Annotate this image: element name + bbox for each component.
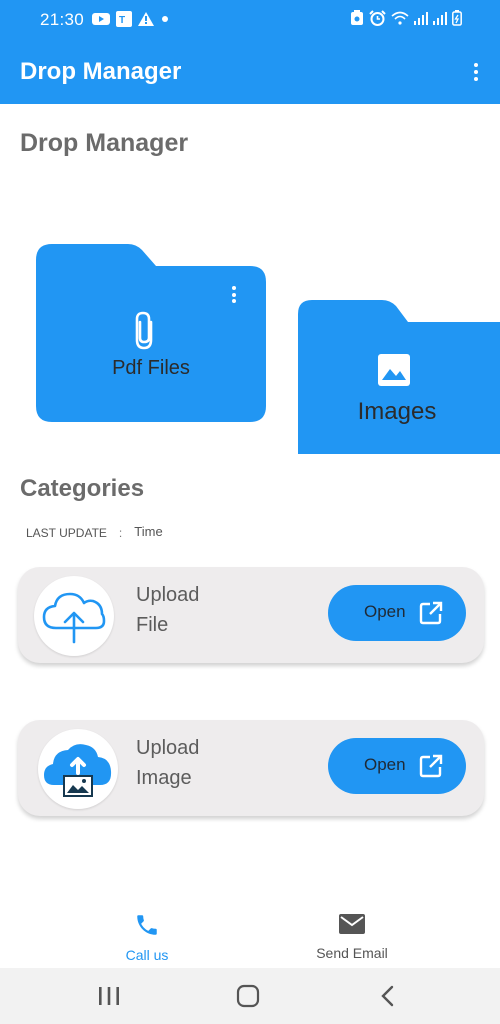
last-update-label: LAST UPDATE [26,526,107,540]
card-title: Upload Image [136,737,200,789]
wifi-icon [391,11,409,25]
nav-call-us[interactable]: Call us [67,912,227,963]
cloud-upload-icon [42,592,106,644]
open-external-icon [419,754,443,778]
page-title: Drop Manager [20,129,189,157]
avatar [38,729,118,809]
folder-label: Pdf Files [112,357,190,379]
more-vert-icon[interactable] [468,60,484,86]
last-update-row: LAST UPDATE : Time [26,524,163,541]
battery-icon [452,10,462,26]
translate-icon: T [116,11,132,27]
dot-icon [162,16,168,22]
svg-text:T: T [119,15,125,26]
alert-icon [138,12,154,26]
status-time: 21:30 [40,10,85,29]
status-right-icons [350,10,462,26]
category-card-upload-image[interactable]: Upload Image Open [18,720,484,816]
signal-icon [414,12,428,25]
app-bar: Drop Manager [0,40,500,104]
status-bar: 21:30 T [0,0,500,40]
open-button[interactable]: Open [328,585,466,641]
card-title: Upload File [136,584,200,636]
cloud-image-upload-icon [44,744,112,797]
open-button[interactable]: Open [328,738,466,794]
avatar [34,576,114,656]
home-icon[interactable] [236,984,260,1008]
alarm-icon [369,10,386,26]
open-button-label: Open [364,602,406,621]
save-icon [351,10,363,25]
status-left-icons: T [92,11,170,27]
email-icon [339,914,365,934]
open-button-label: Open [364,755,406,774]
recents-icon[interactable] [98,986,120,1006]
folder-label: Images [357,398,437,425]
nav-send-email[interactable]: Send Email [272,912,432,961]
bottom-nav: Call us Send Email [0,900,500,968]
back-icon[interactable] [380,985,396,1007]
category-card-upload-file[interactable]: Upload File Open [18,567,484,663]
nav-label: Send Email [316,945,388,961]
folder-pdf-files[interactable]: Pdf Files [36,244,266,424]
folder-more-icon[interactable] [228,286,240,306]
folder-images[interactable]: Images [298,300,500,454]
image-icon [378,354,410,386]
nav-label: Call us [125,947,169,963]
phone-icon [137,915,157,935]
app-title: Drop Manager [20,58,182,85]
youtube-icon [92,13,110,25]
open-external-icon [419,601,443,625]
signal-icon [433,12,447,25]
last-update-separator: : [118,526,123,540]
paperclip-icon [135,311,153,350]
system-nav-bar [0,968,500,1024]
last-update-value: Time [134,524,163,539]
section-title-categories: Categories [20,475,145,502]
